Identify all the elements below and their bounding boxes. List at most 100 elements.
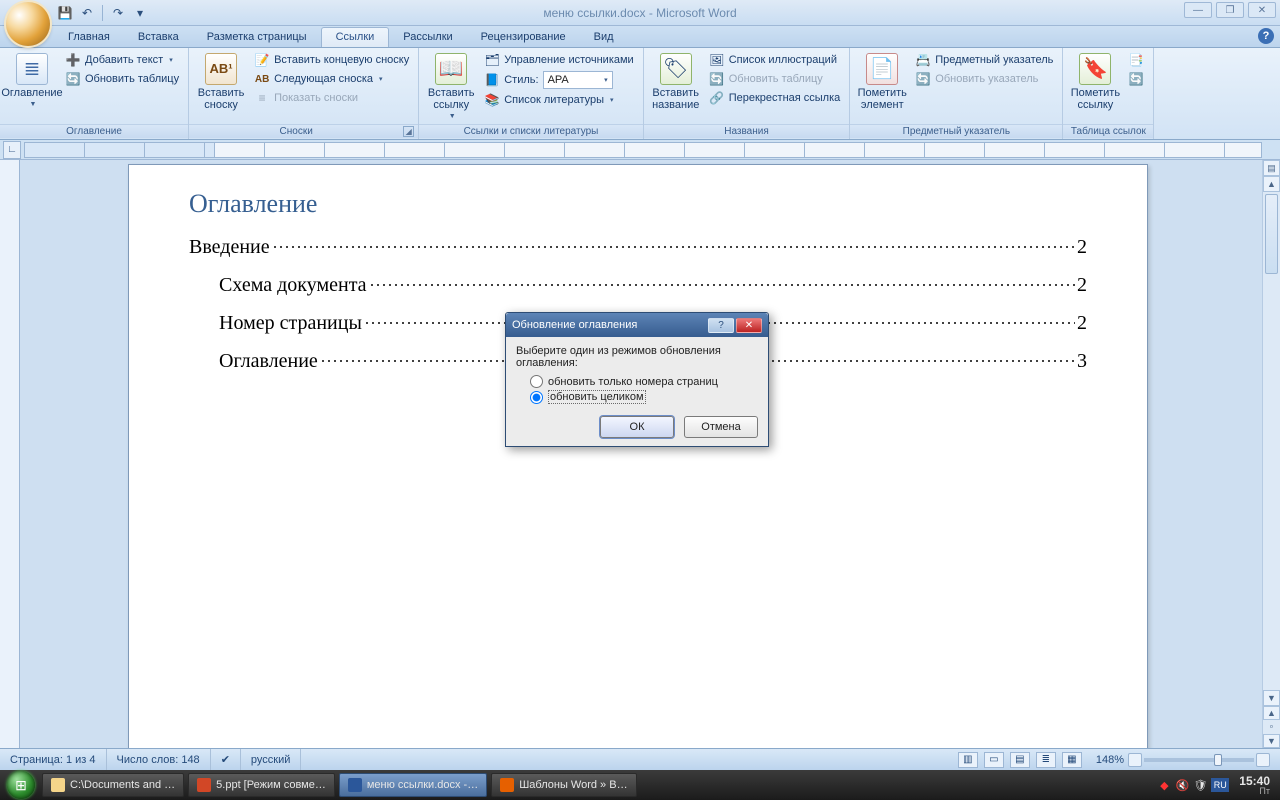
- start-orb-icon: [7, 771, 35, 799]
- qat-customize[interactable]: ▾: [131, 4, 149, 22]
- toc-entry[interactable]: Введение 2: [189, 229, 1087, 259]
- bibliography-icon: 📚: [484, 92, 500, 108]
- taskbar-item-label: меню ссылки.docx -…: [367, 779, 478, 791]
- show-notes-button[interactable]: ≡ Показать сноски: [251, 89, 412, 107]
- manage-sources-button[interactable]: 🗂 Управление источниками: [481, 51, 636, 69]
- taskbar-item[interactable]: 5.ppt [Режим совме…: [188, 773, 335, 797]
- insert-endnote-button[interactable]: 📝 Вставить концевую сноску: [251, 51, 412, 69]
- group-index: Пометить элемент 📇 Предметный указатель …: [850, 48, 1063, 139]
- close-button[interactable]: ✕: [1248, 2, 1276, 18]
- dialog-buttons: ОК Отмена: [506, 410, 768, 446]
- dialog-help-button[interactable]: ?: [708, 318, 734, 333]
- scroll-track[interactable]: [1263, 192, 1280, 690]
- view-full-screen[interactable]: ▭: [984, 752, 1004, 768]
- ribbon: Оглавление ▼ ➕ Добавить текст ▾ 🔄 Обнови…: [0, 48, 1280, 140]
- tab-review[interactable]: Рецензирование: [467, 28, 580, 47]
- scroll-up[interactable]: ▲: [1263, 176, 1280, 192]
- view-draft[interactable]: ▦: [1062, 752, 1082, 768]
- tab-selector[interactable]: ∟: [3, 141, 21, 159]
- next-footnote-button[interactable]: AB Следующая сноска ▾: [251, 70, 412, 88]
- group-index-label: Предметный указатель: [850, 124, 1062, 138]
- taskbar-item[interactable]: C:\Documents and …: [42, 773, 184, 797]
- mark-entry-button[interactable]: Пометить элемент: [856, 51, 908, 113]
- insert-index-label: Предметный указатель: [935, 54, 1053, 66]
- tab-home[interactable]: Главная: [54, 28, 124, 47]
- zoom-slider[interactable]: [1144, 758, 1254, 762]
- status-word-count[interactable]: Число слов: 148: [107, 749, 211, 770]
- manage-sources-icon: 🗂: [484, 52, 500, 68]
- insert-index-button[interactable]: 📇 Предметный указатель: [912, 51, 1056, 69]
- chevron-down-icon: ▼: [30, 101, 37, 109]
- qat-save[interactable]: 💾: [56, 4, 74, 22]
- ruler-toggle[interactable]: ▤: [1263, 160, 1280, 176]
- citation-style-combobox[interactable]: APA ▾: [543, 71, 613, 89]
- scroll-thumb[interactable]: [1265, 194, 1278, 274]
- bibliography-button[interactable]: 📚 Список литературы ▾: [481, 91, 636, 109]
- taskbar-item[interactable]: меню ссылки.docx -…: [339, 773, 487, 797]
- start-button[interactable]: [2, 770, 40, 800]
- view-outline[interactable]: ≣: [1036, 752, 1056, 768]
- minimize-button[interactable]: —: [1184, 2, 1212, 18]
- document-viewport[interactable]: Оглавление Введение 2 Схема документа 2 …: [20, 160, 1262, 748]
- status-page[interactable]: Страница: 1 из 4: [0, 749, 107, 770]
- status-proofing[interactable]: ✔: [211, 749, 241, 770]
- status-language[interactable]: русский: [241, 749, 301, 770]
- cancel-button[interactable]: Отмена: [684, 416, 758, 438]
- toc-leader: [369, 267, 1075, 291]
- radio-input[interactable]: [530, 375, 543, 388]
- taskbar-item[interactable]: Шаблоны Word » В…: [491, 773, 636, 797]
- add-text-button[interactable]: ➕ Добавить текст ▾: [62, 51, 182, 69]
- tray-language[interactable]: RU: [1211, 778, 1229, 792]
- mark-citation-button[interactable]: Пометить ссылку: [1069, 51, 1121, 113]
- zoom-level[interactable]: 148%: [1086, 749, 1134, 770]
- word-icon: [348, 778, 362, 792]
- insert-footnote-button[interactable]: AB¹ Вставить сноску: [195, 51, 247, 113]
- tab-mailings[interactable]: Рассылки: [389, 28, 466, 47]
- qat-redo[interactable]: ↷: [109, 4, 127, 22]
- caption-icon: [660, 53, 692, 85]
- help-button[interactable]: ?: [1258, 28, 1274, 44]
- tab-page-layout[interactable]: Разметка страницы: [193, 28, 321, 47]
- tab-insert[interactable]: Вставка: [124, 28, 193, 47]
- maximize-button[interactable]: ❐: [1216, 2, 1244, 18]
- insert-citation-button[interactable]: Вставить ссылку ▼: [425, 51, 477, 123]
- prev-page[interactable]: ▲: [1263, 706, 1280, 720]
- update-authorities-button[interactable]: 🔄: [1125, 70, 1147, 88]
- view-web-layout[interactable]: ▤: [1010, 752, 1030, 768]
- radio-update-entire[interactable]: обновить целиком: [530, 390, 758, 404]
- view-shortcuts: ▥ ▭ ▤ ≣ ▦: [946, 749, 1086, 770]
- dialog-launcher-icon[interactable]: ◢: [403, 126, 414, 137]
- cross-reference-button[interactable]: 🔗 Перекрестная ссылка: [706, 89, 844, 107]
- update-index-button[interactable]: 🔄 Обновить указатель: [912, 70, 1056, 88]
- browse-object[interactable]: ◦: [1263, 720, 1280, 734]
- insert-caption-button[interactable]: Вставить название: [650, 51, 702, 113]
- mark-entry-icon: [866, 53, 898, 85]
- scroll-down[interactable]: ▼: [1263, 690, 1280, 706]
- horizontal-ruler[interactable]: [24, 142, 1262, 158]
- dialog-close-button[interactable]: ✕: [736, 318, 762, 333]
- taskbar-clock[interactable]: 15:40 Пт: [1233, 775, 1276, 796]
- vertical-ruler[interactable]: [0, 160, 20, 748]
- update-figures-button[interactable]: 🔄 Обновить таблицу: [706, 70, 844, 88]
- tab-view[interactable]: Вид: [580, 28, 628, 47]
- office-button[interactable]: [6, 2, 50, 46]
- tray-icon[interactable]: ◆: [1157, 778, 1171, 792]
- qat-undo[interactable]: ↶: [78, 4, 96, 22]
- zoom-thumb[interactable]: [1214, 754, 1222, 766]
- radio-label: обновить целиком: [548, 390, 646, 404]
- tray-icon[interactable]: 🛡: [1193, 778, 1207, 792]
- view-print-layout[interactable]: ▥: [958, 752, 978, 768]
- dialog-titlebar[interactable]: Обновление оглавления ? ✕: [506, 313, 768, 337]
- ok-button[interactable]: ОК: [600, 416, 674, 438]
- vertical-scrollbar[interactable]: ▤ ▲ ▼ ▲ ◦ ▼: [1262, 160, 1280, 748]
- toc-button[interactable]: Оглавление ▼: [6, 51, 58, 111]
- next-page[interactable]: ▼: [1263, 734, 1280, 748]
- tray-icon[interactable]: 🔇: [1175, 778, 1189, 792]
- toc-entry[interactable]: Схема документа 2: [189, 267, 1087, 297]
- radio-input[interactable]: [530, 391, 543, 404]
- insert-authorities-button[interactable]: 📑: [1125, 51, 1147, 69]
- table-of-figures-button[interactable]: 🖼 Список иллюстраций: [706, 51, 844, 69]
- radio-update-page-numbers[interactable]: обновить только номера страниц: [530, 375, 758, 388]
- update-toc-button[interactable]: 🔄 Обновить таблицу: [62, 70, 182, 88]
- tab-references[interactable]: Ссылки: [321, 27, 390, 47]
